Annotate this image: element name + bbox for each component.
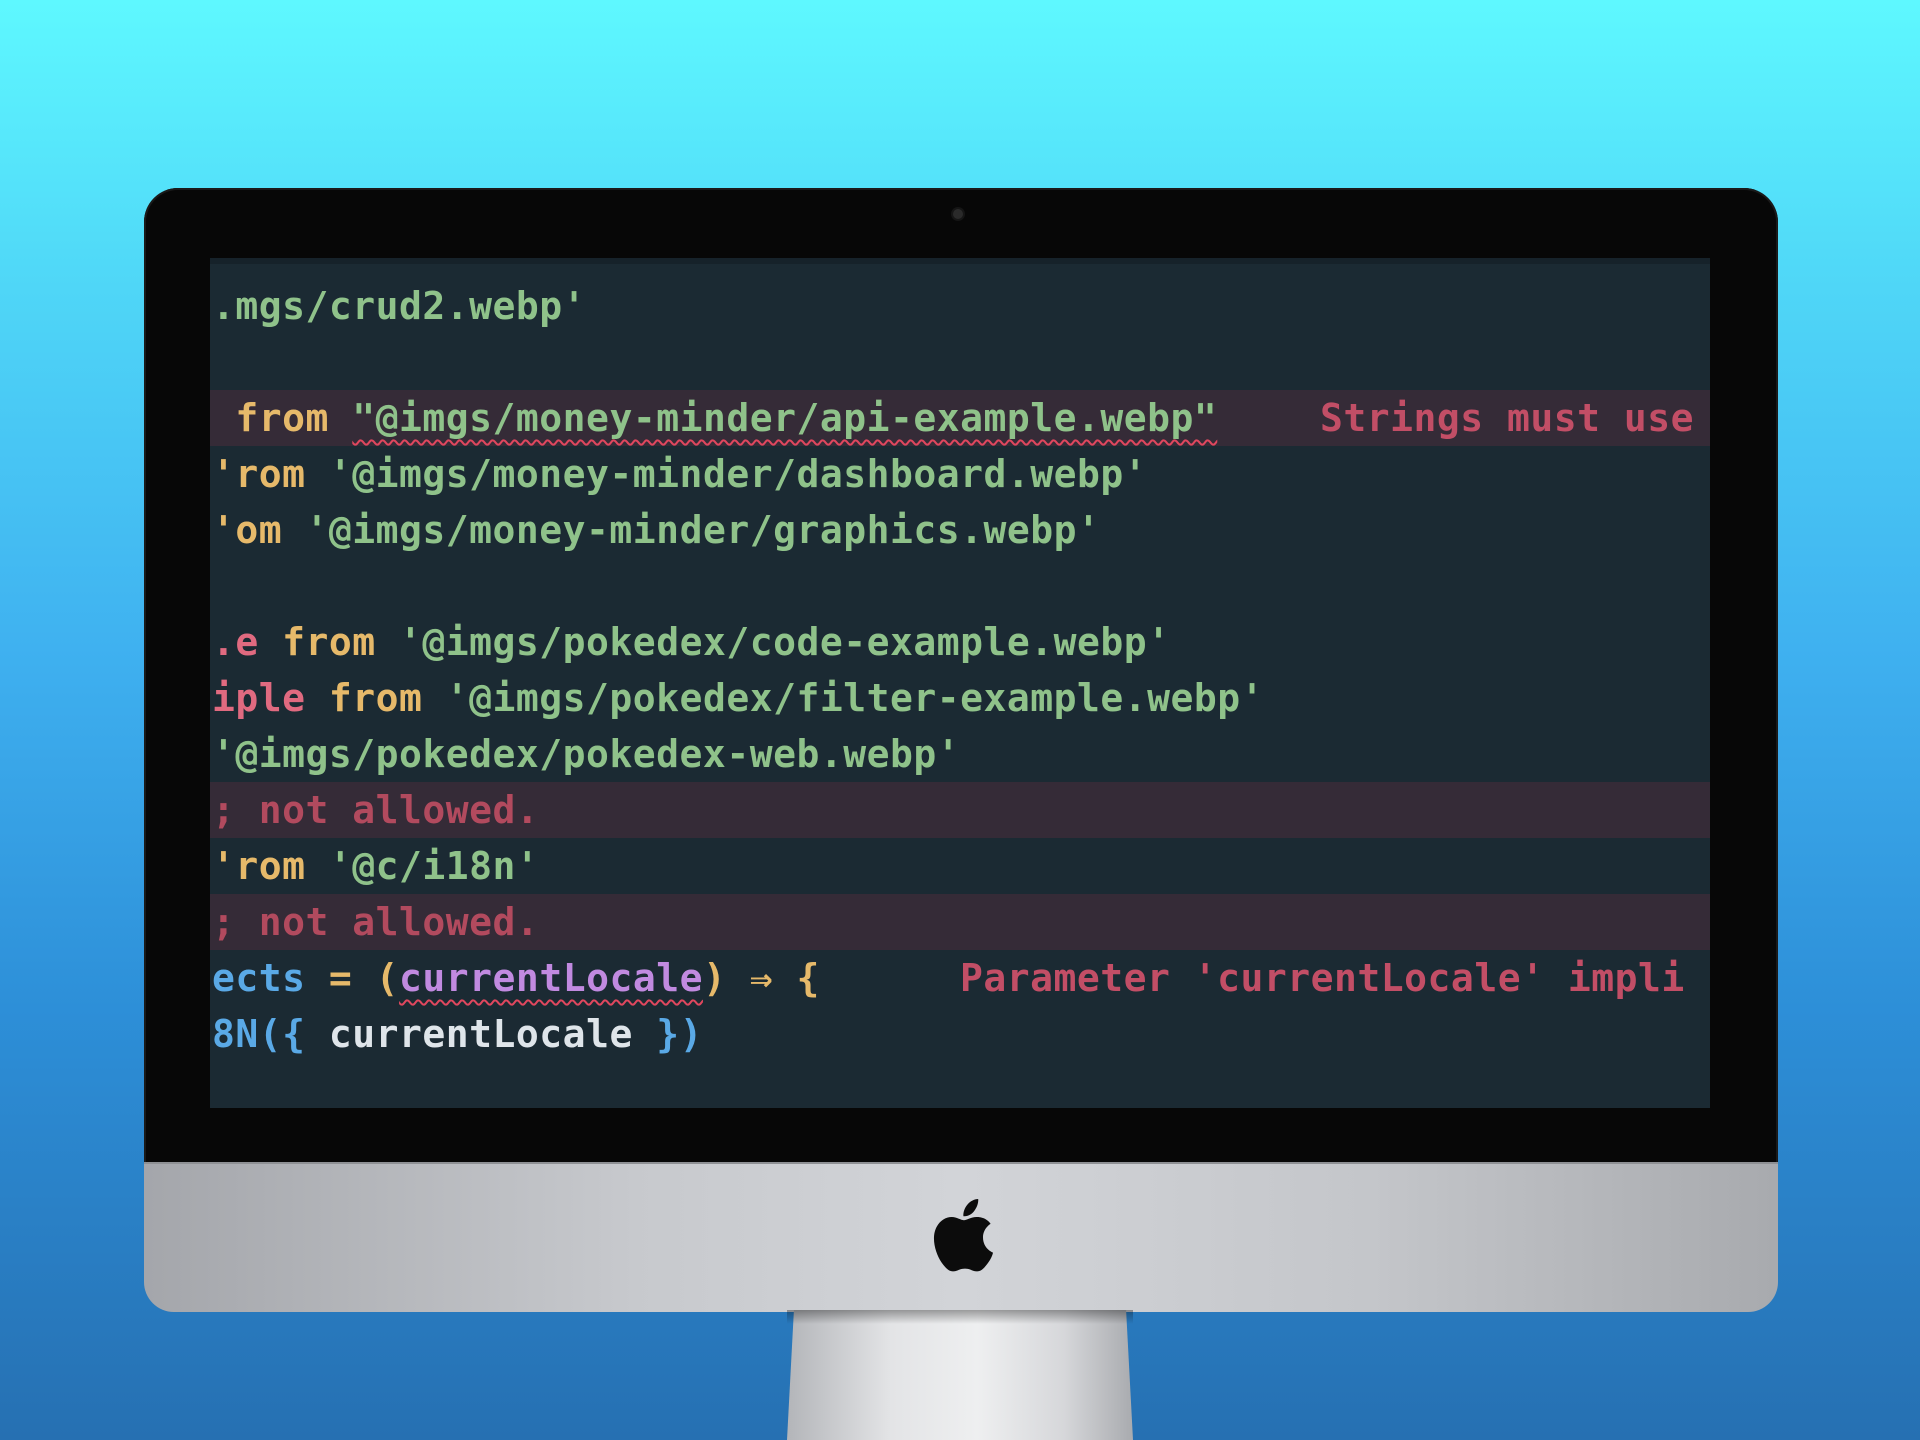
code-token: 8N (212, 1012, 259, 1056)
code-editor-screen: .mgs/crud2.webp' from "@imgs/money-minde… (210, 258, 1710, 1108)
code-token: = (328, 956, 376, 1000)
code-token: 'rom (212, 452, 329, 496)
code-token: from (282, 620, 400, 664)
code-token: '@imgs/pokedex/pokedex-web.webp' (212, 732, 961, 776)
code-line[interactable]: ; not allowed. (210, 782, 1710, 838)
code-token: ; not allowed. (212, 900, 540, 944)
code-token: currentLocale (399, 956, 703, 1000)
imac-mockup: .mgs/crud2.webp' from "@imgs/money-minde… (0, 0, 1920, 1440)
code-token: '@imgs/pokedex/code-example.webp' (399, 620, 1171, 664)
code-token: '@imgs/money-minder/dashboard.webp' (328, 452, 1148, 496)
code-line[interactable]: 'om '@imgs/money-minder/graphics.webp' (210, 502, 1710, 558)
code-token: '@imgs/money-minder/graphics.webp' (305, 508, 1101, 552)
camera-icon (953, 209, 963, 219)
code-line[interactable]: .e from '@imgs/pokedex/code-example.webp… (210, 614, 1710, 670)
code-token: currentLocale (328, 1012, 657, 1056)
code-token: }) (656, 1012, 703, 1056)
code-token: ( (375, 956, 400, 1000)
code-token: '@imgs/pokedex/filter-example.webp' (445, 676, 1265, 720)
code-token: '@c/i18n' (328, 844, 540, 888)
code-token: ects (212, 956, 329, 1000)
stand-shadow (787, 1310, 1133, 1324)
apple-logo-icon (933, 1199, 993, 1272)
code-line[interactable]: ects = (currentLocale) ⇒ { Parameter 'cur… (210, 950, 1710, 1006)
code-line[interactable]: '@imgs/pokedex/pokedex-web.webp' (210, 726, 1710, 782)
code-line[interactable]: iple from '@imgs/pokedex/filter-example.… (210, 670, 1710, 726)
code-area[interactable]: .mgs/crud2.webp' from "@imgs/money-minde… (210, 278, 1710, 1062)
code-token: 'om (212, 508, 306, 552)
code-line[interactable] (210, 334, 1710, 390)
code-line[interactable]: 8N({ currentLocale }) (210, 1006, 1710, 1062)
code-token: { (796, 956, 820, 1000)
code-token: from (328, 676, 446, 720)
code-line[interactable] (210, 558, 1710, 614)
code-token: "@imgs/money-minder/api-example.webp" (352, 396, 1218, 440)
monitor-stand (787, 1310, 1133, 1440)
code-token: from (212, 396, 353, 440)
code-line[interactable]: 'rom '@imgs/money-minder/dashboard.webp' (210, 446, 1710, 502)
inline-error-message: Strings must use (1320, 396, 1695, 440)
inline-error-message: Parameter 'currentLocale' impli (960, 956, 1685, 1000)
code-token: 'rom (212, 844, 329, 888)
code-token: .mgs/crud2.webp' (212, 284, 587, 328)
code-token: ⇒ (749, 956, 797, 1000)
code-token: ) (702, 956, 750, 1000)
code-token: iple (212, 676, 329, 720)
code-line[interactable]: 'rom '@c/i18n' (210, 838, 1710, 894)
code-token: ({ (258, 1012, 329, 1056)
code-line[interactable]: ; not allowed. (210, 894, 1710, 950)
code-token: ; not allowed. (212, 788, 540, 832)
code-line[interactable]: .mgs/crud2.webp' (210, 278, 1710, 334)
code-line[interactable]: from "@imgs/money-minder/api-example.web… (210, 390, 1710, 446)
code-token: .e (212, 620, 283, 664)
